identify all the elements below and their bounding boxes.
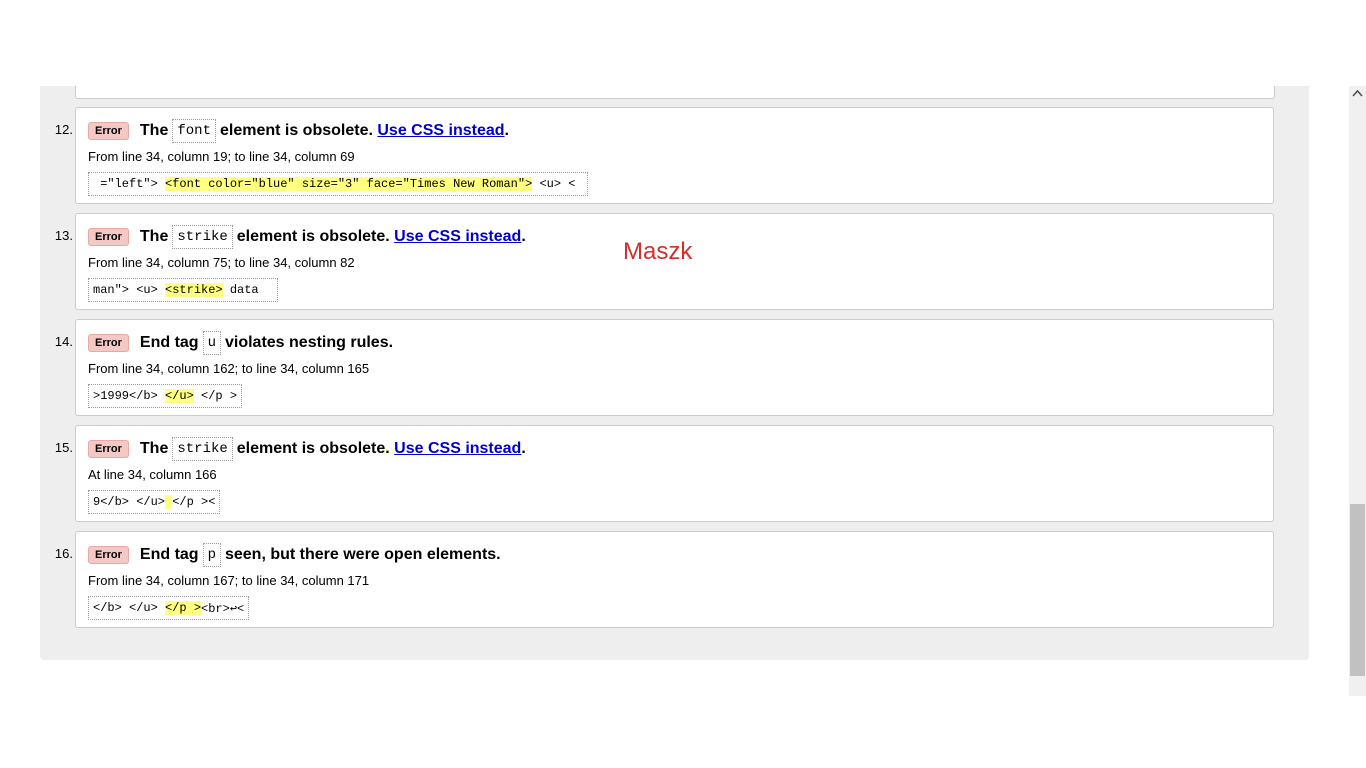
message-headline: Error The font element is obsolete. Use … [88,118,509,144]
message-text: . [521,440,526,457]
source-extract: >1999</b> </u> </p > [88,384,243,408]
error-badge: Error [88,334,129,352]
extract-before: </b> </u> [93,601,166,615]
message-location: At line 34, column 166 [88,467,217,482]
message-headline: Error End tag u violates nesting rules. [88,330,393,356]
message-location: From line 34, column 167; to line 34, co… [88,573,370,588]
message-number: 13. [54,228,73,243]
message-location: From line 34, column 75; to line 34, col… [88,255,355,270]
message-item: 16. Error End tag p seen, but there were… [55,531,1274,628]
message-text: The [139,228,169,245]
message-text: The [139,122,169,139]
extract-highlight: </u> [165,389,194,403]
message-headline: Error The strike element is obsolete. Us… [88,224,526,250]
message-item: 12. Error The font element is obsolete. … [55,107,1274,204]
error-badge: Error [88,228,129,246]
source-extract: </b> </u> </p > <br>↩< [88,596,250,620]
message-text: . [504,122,509,139]
extract-after: <u> < [532,177,583,191]
scroll-thumb[interactable] [1350,504,1365,676]
source-extract: man"> <u> <strike> data [88,278,279,302]
use-css-link[interactable]: Use CSS instead [394,440,521,458]
extract-before: 9</b> </u> [93,495,166,509]
extract-before: man"> <u> [93,283,166,297]
element-code: p [202,543,221,567]
element-code: u [202,331,221,355]
message-text: The [139,440,169,457]
message-item: 14. Error End tag u violates nesting rul… [55,319,1274,416]
error-badge: Error [88,546,129,564]
extract-after: </p > [193,389,238,403]
message-location: From line 34, column 162; to line 34, co… [88,361,370,376]
extract-highlight [165,495,173,509]
message-location: From line 34, column 19; to line 34, col… [88,149,355,164]
previous-message-card [75,86,1275,99]
message-text: End tag [139,334,199,351]
use-css-link[interactable]: Use CSS instead [377,122,504,140]
extract-before: >1999</b> [93,389,166,403]
error-badge: Error [88,440,129,458]
use-css-link[interactable]: Use CSS instead [394,228,521,246]
extract-after: <br>↩< [201,601,245,616]
extract-after: data [222,283,274,297]
mask-label: Maszk [623,238,693,265]
source-extract: 9</b> </u> </p >< [88,490,221,514]
extract-highlight: <font color="blue" size="3" face="Times … [165,177,533,191]
message-text: violates nesting rules. [224,334,394,351]
message-item: 15. Error The strike element is obsolete… [55,425,1274,522]
element-code: strike [172,225,233,249]
message-text: element is obsolete. [219,122,373,139]
message-headline: Error End tag p seen, but there were ope… [88,542,501,568]
message-text: End tag [139,546,199,563]
message-number: 14. [54,334,73,349]
extract-before: ="left"> [93,177,166,191]
message-number: 16. [54,546,73,561]
message-text: element is obsolete. [236,228,390,245]
chevron-up-icon[interactable] [1349,86,1366,103]
extract-after: </p >< [172,495,216,509]
vertical-scrollbar[interactable] [1349,86,1366,696]
element-code: strike [172,437,233,461]
extract-highlight: </p > [165,601,202,615]
extract-highlight: <strike> [165,283,223,297]
element-code: font [172,119,216,143]
message-text: . [521,228,526,245]
message-text: seen, but there were open elements. [224,546,501,563]
error-badge: Error [88,122,129,140]
message-text: element is obsolete. [236,440,390,457]
message-headline: Error The strike element is obsolete. Us… [88,436,526,462]
source-extract: ="left"> <font color="blue" size="3" fac… [88,172,588,196]
message-number: 12. [54,122,73,137]
message-number: 15. [54,440,73,455]
